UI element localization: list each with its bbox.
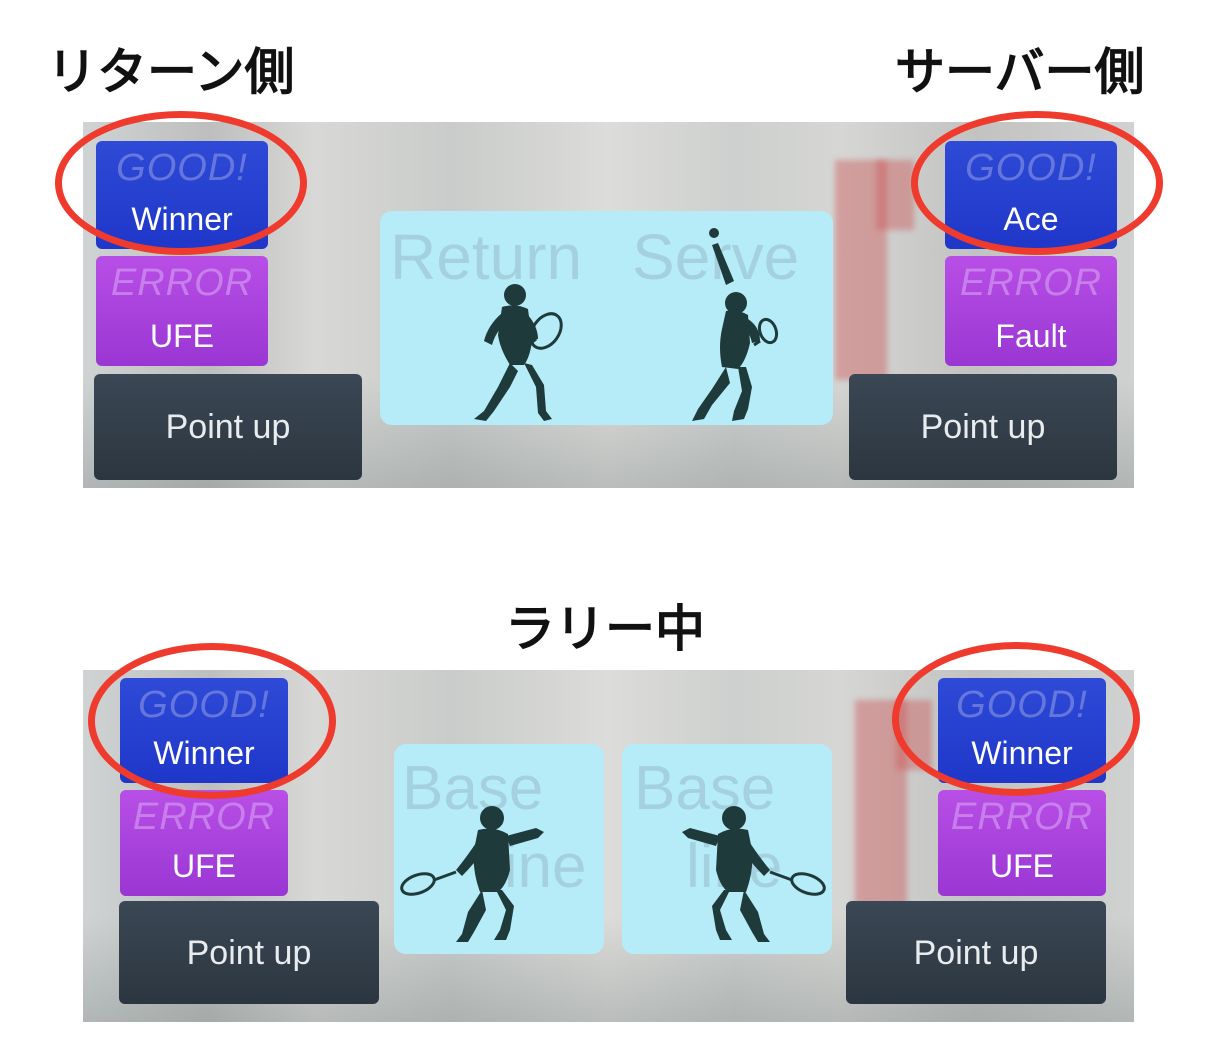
winner-label: Winner — [153, 735, 255, 771]
return-ufe-button[interactable]: ERROR UFE — [96, 256, 268, 366]
point-up-label: Point up — [165, 408, 291, 446]
serve-return-panel: GOOD! Winner ERROR UFE Point up Return S… — [83, 122, 1134, 488]
winner-label: Winner — [971, 735, 1073, 771]
rally-panel: GOOD! Winner ERROR UFE Point up Base lin… — [83, 670, 1134, 1022]
return-winner-button[interactable]: GOOD! Winner — [96, 141, 268, 249]
serve-fault-button[interactable]: ERROR Fault — [945, 256, 1117, 366]
point-up-label: Point up — [920, 408, 1046, 446]
point-up-label: Point up — [913, 933, 1039, 972]
rally-left-ufe-button[interactable]: ERROR UFE — [120, 790, 288, 896]
error-ghost-text: ERROR — [950, 796, 1094, 838]
rally-right-ufe-button[interactable]: ERROR UFE — [938, 790, 1106, 896]
return-side-caption: リターン側 — [47, 43, 295, 101]
good-ghost-text: GOOD! — [965, 147, 1097, 189]
error-ghost-text: ERROR — [110, 262, 254, 304]
server-silhouette-icon — [692, 228, 779, 421]
fault-label: Fault — [995, 318, 1067, 354]
serve-ace-button[interactable]: GOOD! Ace — [945, 141, 1117, 249]
good-ghost-text: GOOD! — [956, 684, 1088, 726]
server-side-caption: サーバー側 — [895, 43, 1145, 101]
rally-right-point-up-button[interactable]: Point up — [846, 901, 1106, 1004]
rally-right-winner-button[interactable]: GOOD! Winner — [938, 678, 1106, 783]
ufe-label: UFE — [990, 848, 1054, 884]
good-ghost-text: GOOD! — [138, 684, 270, 726]
error-ghost-text: ERROR — [132, 796, 276, 838]
rally-caption: ラリー中 — [505, 600, 705, 658]
returner-silhouette-icon — [474, 284, 563, 421]
baseline-left-court[interactable]: Base line — [394, 744, 604, 954]
baseline-right-court[interactable]: Base line — [622, 744, 832, 954]
winner-label: Winner — [131, 201, 233, 237]
error-ghost-text: ERROR — [959, 262, 1103, 304]
rally-left-point-up-button[interactable]: Point up — [119, 901, 379, 1004]
ace-label: Ace — [1003, 201, 1059, 237]
serve-return-court[interactable]: Return Serve — [380, 211, 833, 425]
baseline-right-player-icon — [682, 806, 826, 942]
rally-left-winner-button[interactable]: GOOD! Winner — [120, 678, 288, 783]
point-up-label: Point up — [186, 933, 312, 972]
ufe-label: UFE — [150, 318, 214, 354]
ufe-label: UFE — [172, 848, 236, 884]
serve-point-up-button[interactable]: Point up — [849, 374, 1117, 480]
return-point-up-button[interactable]: Point up — [94, 374, 362, 480]
good-ghost-text: GOOD! — [116, 147, 248, 189]
baseline-left-player-icon — [400, 806, 544, 942]
